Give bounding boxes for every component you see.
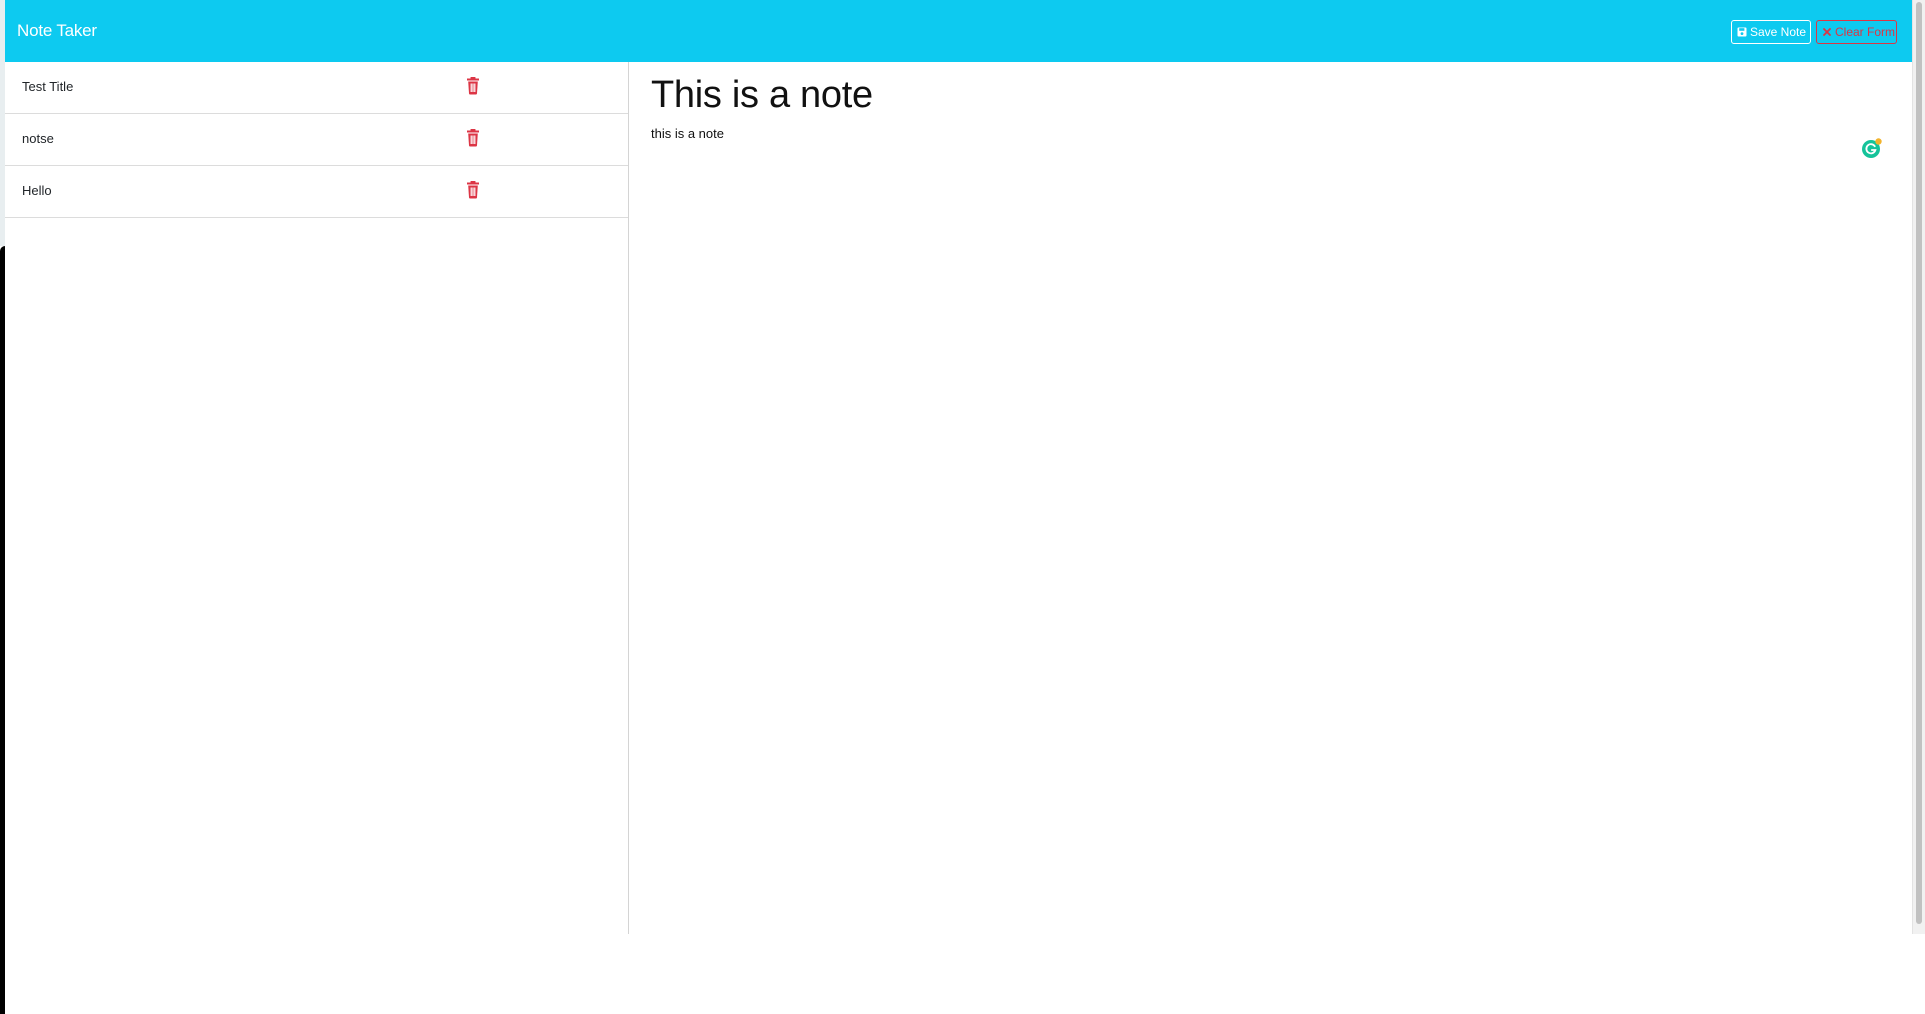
note-taker-app: Note Taker Save Note Clear Form Test Tit…	[5, 0, 1912, 934]
floppy-disk-icon	[1737, 27, 1747, 37]
trash-icon[interactable]	[464, 180, 482, 200]
trash-icon[interactable]	[464, 76, 482, 96]
note-list-item-title: Test Title	[22, 79, 74, 94]
clear-form-label: Clear Form	[1835, 25, 1896, 39]
trash-icon[interactable]	[464, 128, 482, 148]
scrollbar-thumb[interactable]	[1916, 2, 1922, 924]
note-text-area[interactable]: this is a note	[651, 125, 1851, 825]
save-note-button[interactable]: Save Note	[1731, 20, 1811, 44]
note-list-item[interactable]: notse	[5, 114, 628, 166]
note-editor: this is a note	[629, 62, 1912, 934]
brand-title[interactable]: Note Taker	[17, 20, 97, 42]
note-list-item-title: notse	[22, 131, 54, 146]
clear-form-button[interactable]: Clear Form	[1816, 20, 1897, 44]
note-list: Test Title notse Hello	[5, 62, 629, 934]
grammarly-icon[interactable]	[1861, 137, 1883, 159]
save-note-label: Save Note	[1750, 25, 1807, 39]
note-list-item[interactable]: Hello	[5, 166, 628, 218]
x-icon	[1823, 28, 1831, 36]
scrollbar[interactable]	[1912, 0, 1925, 934]
navbar: Note Taker Save Note Clear Form	[5, 0, 1912, 62]
browser-viewport: Note Taker Save Note Clear Form Test Tit…	[0, 0, 1925, 1014]
note-title-input[interactable]	[651, 72, 1851, 118]
note-list-item-title: Hello	[22, 183, 52, 198]
note-list-item[interactable]: Test Title	[5, 62, 628, 114]
